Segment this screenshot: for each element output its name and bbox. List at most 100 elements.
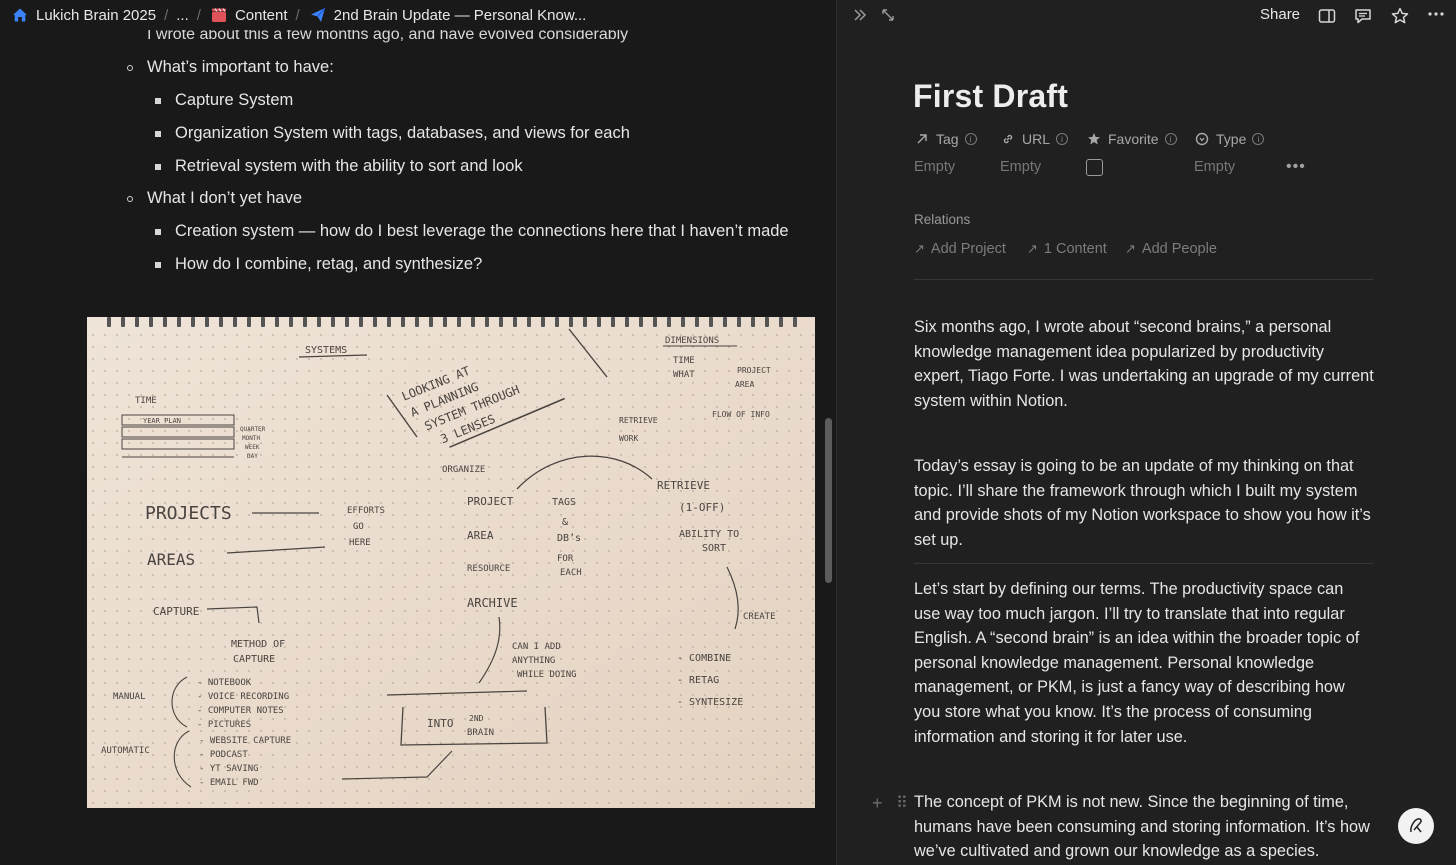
breadcrumb-item-content[interactable]: Content (209, 5, 288, 25)
property-name: URL (1022, 131, 1051, 147)
property-tag[interactable]: Tag i (914, 131, 977, 147)
add-block-icon[interactable]: + (872, 793, 883, 814)
house-icon (10, 5, 30, 25)
info-icon[interactable]: i (1252, 133, 1265, 145)
url-value[interactable]: Empty (1000, 159, 1041, 175)
type-value[interactable]: Empty (1194, 159, 1235, 175)
more-properties-button[interactable]: ••• (1286, 158, 1306, 176)
comments-icon[interactable] (1353, 6, 1373, 26)
svg-text:RETRIEVE: RETRIEVE (619, 416, 658, 425)
bullet-square-icon (155, 262, 161, 268)
property-type[interactable]: Type i (1194, 131, 1265, 147)
svg-text:MANUAL: MANUAL (113, 692, 146, 702)
svg-text:TIME: TIME (673, 356, 695, 366)
list-item[interactable]: What I don’t yet have (127, 189, 302, 208)
arrow-up-right-icon (914, 131, 930, 147)
list-item[interactable]: Capture System (155, 91, 294, 110)
svg-text:2ND: 2ND (469, 714, 484, 723)
svg-text:PROJECT: PROJECT (737, 366, 771, 375)
star-filled-icon (1086, 131, 1102, 147)
svg-text:QUARTER: QUARTER (240, 426, 266, 433)
breadcrumb-item-ellipsis[interactable]: ... (176, 7, 189, 24)
svg-text:- YT SAVING: - YT SAVING (199, 764, 259, 774)
svg-text:AUTOMATIC: AUTOMATIC (101, 746, 150, 756)
list-item[interactable]: Organization System with tags, databases… (155, 124, 630, 143)
breadcrumb-separator: / (164, 6, 169, 24)
left-editor-pane: I wrote about this a few months ago, and… (0, 0, 836, 865)
notebook-photo[interactable]: SYSTEMS LOOKING AT A PLANNING SYSTEM THR… (87, 317, 815, 808)
peek-toolbar: Share (837, 0, 1456, 32)
svg-text:FLOW OF INFO: FLOW OF INFO (712, 410, 770, 419)
paragraph[interactable]: Six months ago, I wrote about “second br… (914, 315, 1374, 413)
svg-text:TAGS: TAGS (552, 497, 576, 508)
info-icon[interactable]: i (964, 133, 977, 145)
bullet-square-icon (155, 164, 161, 170)
list-item-text: Organization System with tags, databases… (175, 124, 630, 142)
relation-label: Add Project (930, 241, 1006, 257)
svg-text:- SYNTESIZE: - SYNTESIZE (677, 697, 743, 708)
svg-text:GO: GO (353, 522, 364, 532)
clapper-icon (209, 5, 229, 25)
svg-text:ORGANIZE: ORGANIZE (442, 465, 485, 475)
paragraph[interactable]: Let’s start by defining our terms. The p… (914, 577, 1374, 749)
page-title[interactable]: First Draft (913, 78, 1068, 115)
svg-text:PROJECTS: PROJECTS (145, 503, 232, 524)
bullet-square-icon (155, 131, 161, 137)
add-project-relation[interactable]: ↗ Add Project (914, 241, 1006, 257)
left-pane-scrollbar[interactable] (825, 418, 832, 583)
svg-text:RESOURCE: RESOURCE (467, 564, 510, 574)
svg-text:CAPTURE: CAPTURE (233, 654, 275, 665)
svg-text:METHOD OF: METHOD OF (231, 639, 285, 650)
star-icon[interactable] (1390, 6, 1410, 26)
svg-text:CREATE: CREATE (743, 612, 776, 622)
help-pen-icon[interactable] (1398, 808, 1434, 844)
drag-handle-icon[interactable]: ⠿ (896, 793, 908, 813)
content-relation[interactable]: ↗ 1 Content (1027, 241, 1107, 257)
relations-heading: Relations (914, 212, 971, 227)
add-people-relation[interactable]: ↗ Add People (1125, 241, 1217, 257)
share-button[interactable]: Share (1260, 6, 1300, 23)
double-chevron-right-icon[interactable] (851, 6, 869, 24)
breadcrumb-item-current-page[interactable]: 2nd Brain Update — Personal Know... (308, 5, 587, 25)
tag-value[interactable]: Empty (914, 159, 955, 175)
arrow-up-right-icon: ↗ (1027, 241, 1038, 256)
paragraph[interactable]: The concept of PKM is not new. Since the… (914, 790, 1374, 864)
property-favorite[interactable]: Favorite i (1086, 131, 1177, 147)
svg-text:(1-OFF): (1-OFF) (679, 501, 725, 514)
svg-text:INTO: INTO (427, 717, 454, 730)
list-item[interactable]: Retrieval system with the ability to sor… (155, 157, 523, 176)
list-item-text: How do I combine, retag, and synthesize? (175, 255, 483, 273)
breadcrumb-separator: / (196, 6, 201, 24)
list-item[interactable]: How do I combine, retag, and synthesize? (155, 255, 483, 274)
svg-text:ANYTHING: ANYTHING (512, 656, 555, 666)
info-icon[interactable]: i (1056, 133, 1069, 145)
list-item-text: Capture System (175, 91, 294, 109)
svg-text:SORT: SORT (702, 543, 726, 554)
favorite-checkbox[interactable] (1086, 159, 1103, 176)
svg-text:AREA: AREA (467, 529, 494, 542)
paragraph[interactable]: Today’s essay is going to be an update o… (914, 454, 1374, 552)
arrow-up-right-icon: ↗ (1125, 241, 1136, 256)
info-icon[interactable]: i (1164, 133, 1177, 145)
svg-text:- WEBSITE CAPTURE: - WEBSITE CAPTURE (199, 736, 291, 746)
svg-text:- COMBINE: - COMBINE (677, 653, 731, 664)
svg-text:&: & (562, 517, 568, 528)
svg-text:ABILITY TO: ABILITY TO (679, 529, 739, 540)
link-icon (1000, 131, 1016, 147)
sidebar-toggle-icon[interactable] (1317, 6, 1337, 26)
more-icon[interactable] (1426, 4, 1446, 24)
property-url[interactable]: URL i (1000, 131, 1069, 147)
property-name: Favorite (1108, 131, 1159, 147)
svg-text:- PICTURES: - PICTURES (197, 720, 251, 730)
expand-icon[interactable] (879, 6, 897, 24)
breadcrumb-label: 2nd Brain Update — Personal Know... (333, 6, 587, 24)
svg-text:- COMPUTER NOTES: - COMPUTER NOTES (197, 706, 284, 716)
list-item[interactable]: What’s important to have: (127, 58, 334, 77)
list-item[interactable]: Creation system — how do I best leverage… (155, 222, 789, 241)
breadcrumb-label: Lukich Brain 2025 (36, 6, 157, 24)
svg-text:- EMAIL FWD: - EMAIL FWD (199, 778, 259, 788)
svg-text:HERE: HERE (349, 538, 371, 548)
breadcrumb: Lukich Brain 2025 / ... / Content / 2nd … (0, 0, 836, 30)
breadcrumb-item-workspace[interactable]: Lukich Brain 2025 (10, 5, 156, 25)
svg-text:- NOTEBOOK: - NOTEBOOK (197, 678, 252, 688)
